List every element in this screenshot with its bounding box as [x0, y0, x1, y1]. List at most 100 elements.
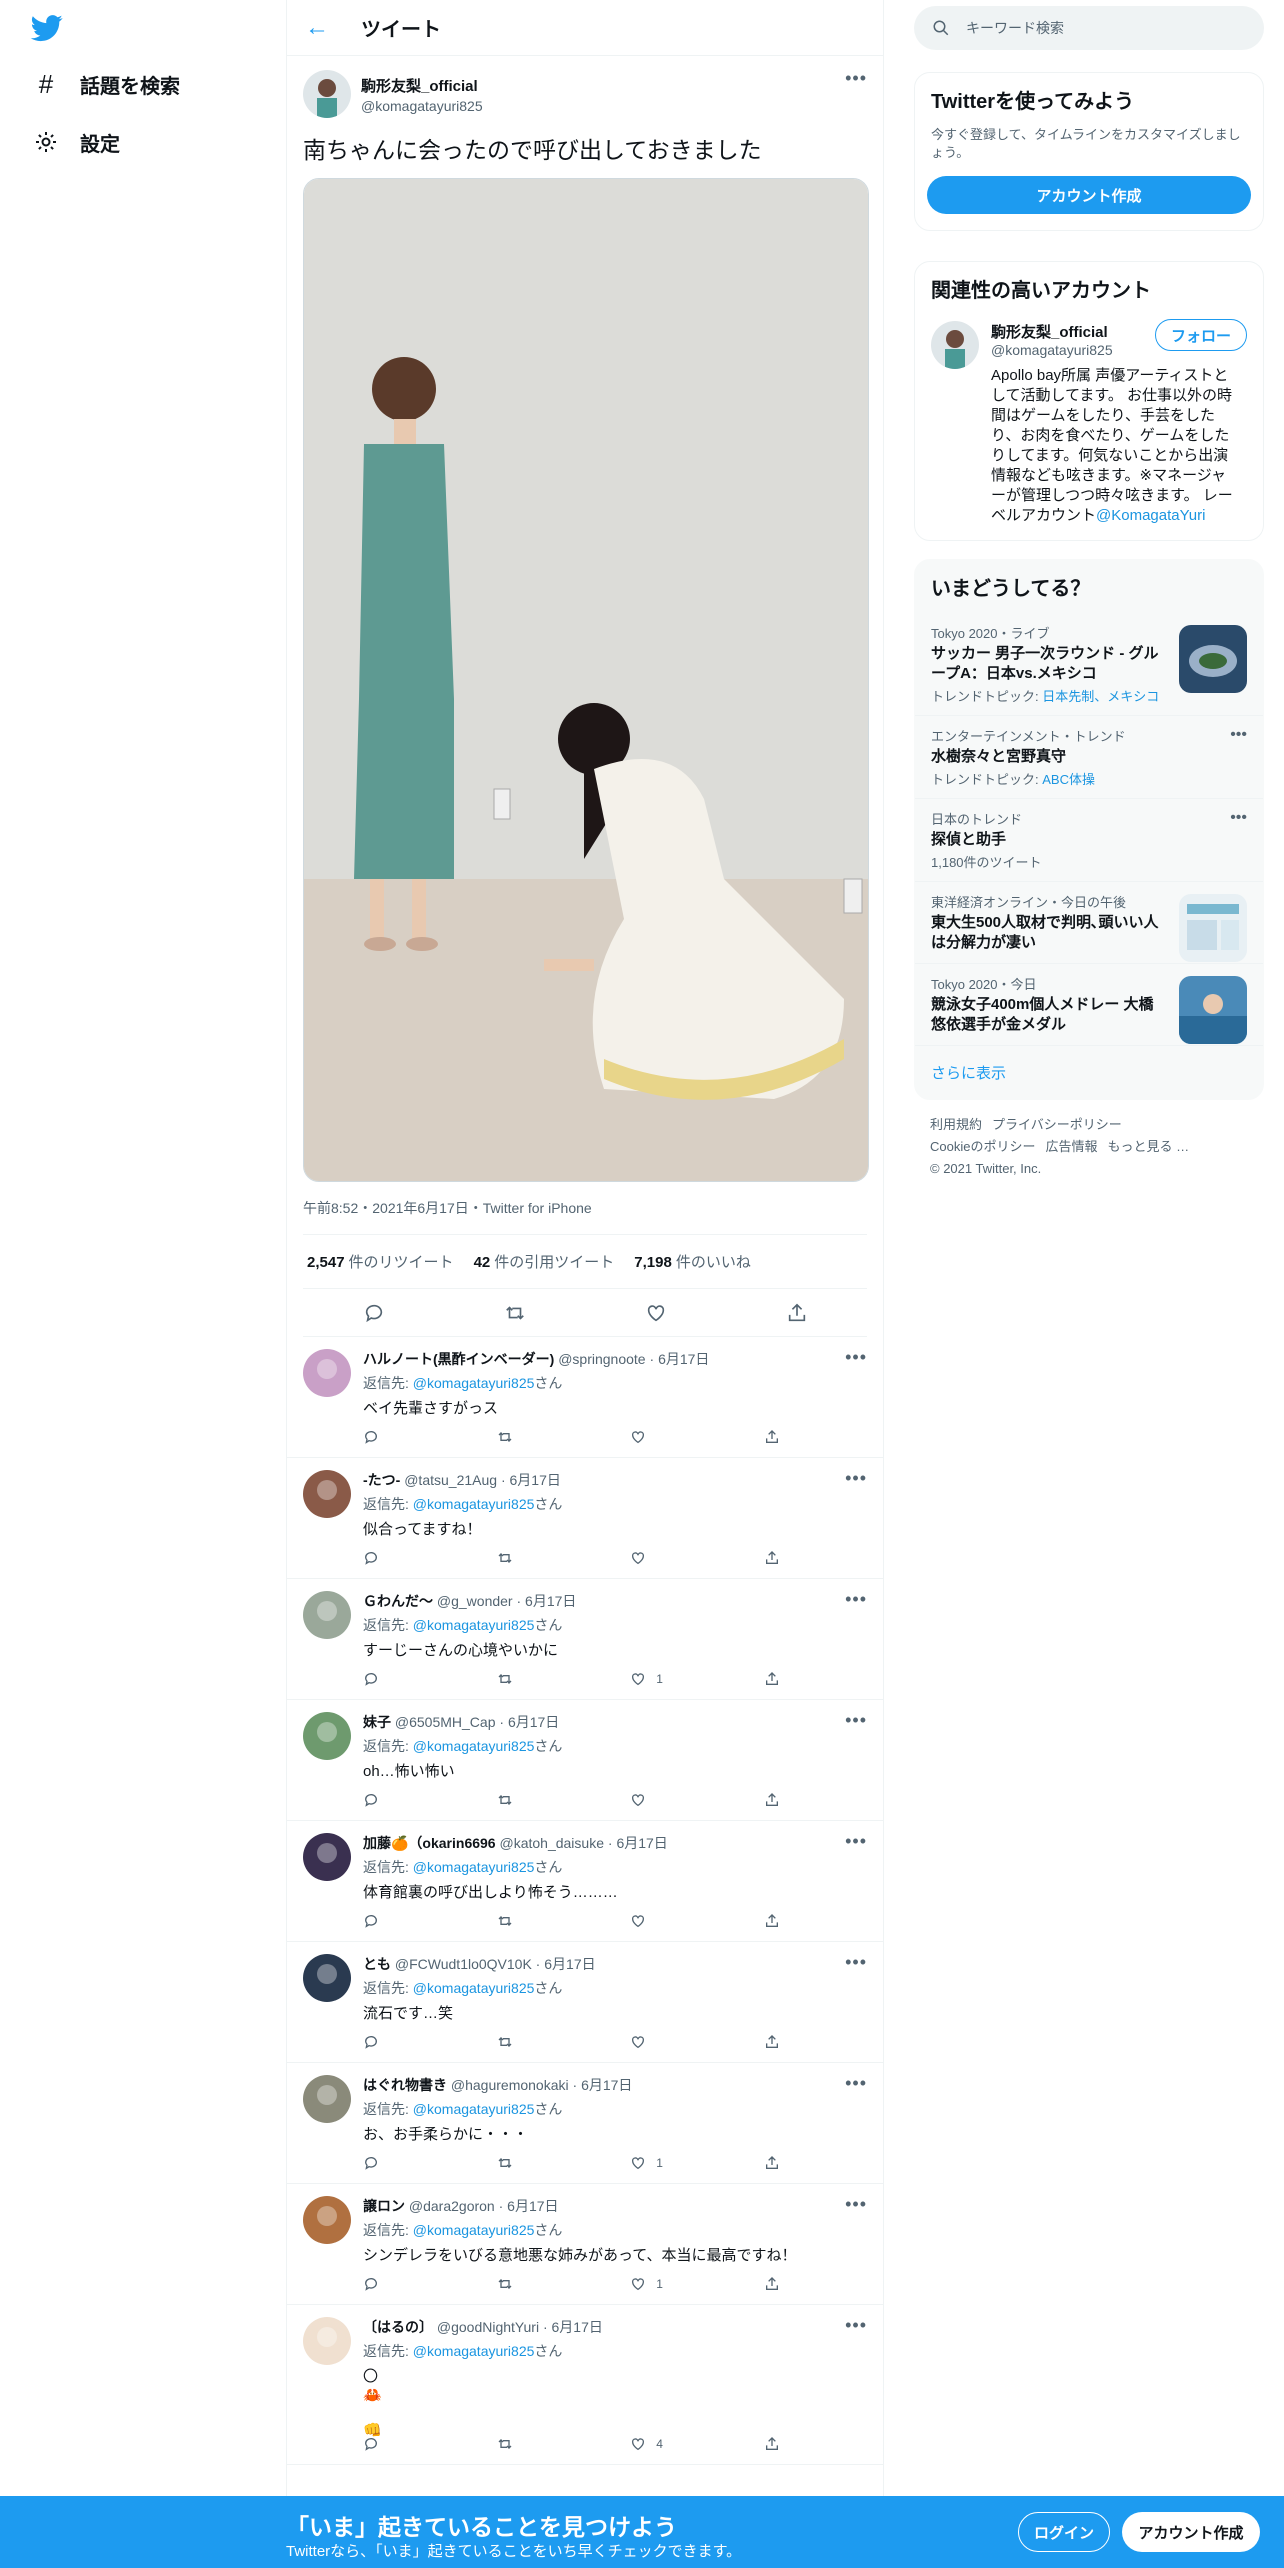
- reply-date[interactable]: 6月17日: [508, 1714, 559, 1730]
- reply-author-name[interactable]: ハルノート(黒酢インベーダー): [363, 1351, 554, 1367]
- reply-author-name[interactable]: 加藤🍊（okarin6696: [363, 1835, 496, 1851]
- reply-icon[interactable]: [363, 2034, 497, 2050]
- reply-to-link[interactable]: @komagatayuri825: [413, 1859, 535, 1875]
- nav-settings[interactable]: 設定: [32, 122, 120, 162]
- more-link[interactable]: もっと見る …: [1107, 1139, 1189, 1154]
- reply-tweet[interactable]: 加藤🍊（okarin6696 @katoh_daisuke · 6月17日 ••…: [287, 1821, 883, 1942]
- reply-author-name[interactable]: はぐれ物書き: [363, 2077, 447, 2093]
- reply-date[interactable]: 6月17日: [658, 1351, 709, 1367]
- like-icon[interactable]: 4: [630, 2436, 764, 2452]
- reply-author-handle[interactable]: @springnoote: [558, 1351, 645, 1367]
- reply-tweet[interactable]: 妹子 @6505MH_Cap · 6月17日 ••• 返信先: @komagat…: [287, 1700, 883, 1821]
- more-icon[interactable]: •••: [845, 1589, 867, 1610]
- tweet-timestamp[interactable]: 午前8:52・2021年6月17日・Twitter for iPhone: [303, 1182, 867, 1235]
- reply-tweet[interactable]: とも @FCWudt1lo0QV10K · 6月17日 ••• 返信先: @ko…: [287, 1942, 883, 2063]
- reply-author-name[interactable]: 妹子: [363, 1714, 391, 1730]
- retweet-icon[interactable]: [497, 2034, 631, 2050]
- twitter-logo-icon[interactable]: [28, 12, 66, 44]
- reply-author-name[interactable]: Ｇわんだ～: [363, 1593, 433, 1609]
- follow-button[interactable]: フォロー: [1155, 319, 1247, 351]
- reply-date[interactable]: 6月17日: [581, 2077, 632, 2093]
- reply-tweet[interactable]: 譲ロン @dara2goron · 6月17日 ••• 返信先: @komaga…: [287, 2184, 883, 2305]
- avatar[interactable]: [303, 2317, 351, 2365]
- avatar[interactable]: [303, 2075, 351, 2123]
- avatar[interactable]: [303, 1833, 351, 1881]
- like-icon[interactable]: [630, 1550, 764, 1566]
- like-icon[interactable]: [630, 1792, 764, 1808]
- login-button[interactable]: ログイン: [1018, 2512, 1110, 2552]
- like-icon[interactable]: [630, 1429, 764, 1445]
- reply-author-handle[interactable]: @haguremonokaki: [451, 2077, 569, 2093]
- share-icon[interactable]: [783, 1299, 811, 1327]
- signup-button[interactable]: アカウント作成: [1122, 2512, 1260, 2552]
- retweet-icon[interactable]: [497, 1671, 631, 1687]
- reply-author-handle[interactable]: @tatsu_21Aug: [404, 1472, 497, 1488]
- share-icon[interactable]: [764, 2436, 783, 2452]
- search-input[interactable]: キーワード検索: [966, 18, 1064, 38]
- more-icon[interactable]: •••: [845, 1952, 867, 1973]
- reply-author-handle[interactable]: @FCWudt1lo0QV10K: [395, 1956, 532, 1972]
- quote-count[interactable]: 42 件の引用ツイート: [474, 1251, 615, 1272]
- search-box[interactable]: キーワード検索: [914, 6, 1264, 50]
- reply-icon[interactable]: [363, 2436, 497, 2452]
- reply-date[interactable]: 6月17日: [507, 2198, 558, 2214]
- author-name[interactable]: 駒形友梨_official: [361, 75, 483, 96]
- reply-date[interactable]: 6月17日: [616, 1835, 667, 1851]
- avatar[interactable]: [303, 1954, 351, 2002]
- reply-to-link[interactable]: @komagatayuri825: [413, 1738, 535, 1754]
- reply-icon[interactable]: [363, 1429, 497, 1445]
- reply-author-handle[interactable]: @katoh_daisuke: [499, 1835, 604, 1851]
- reply-tweet[interactable]: はぐれ物書き @haguremonokaki · 6月17日 ••• 返信先: …: [287, 2063, 883, 2184]
- tweet-photo[interactable]: [303, 178, 869, 1182]
- share-icon[interactable]: [764, 2034, 783, 2050]
- retweet-icon[interactable]: [497, 1913, 631, 1929]
- like-icon[interactable]: [642, 1299, 670, 1327]
- create-account-button[interactable]: アカウント作成: [927, 176, 1251, 214]
- reply-icon[interactable]: [363, 1913, 497, 1929]
- more-icon[interactable]: •••: [845, 2194, 867, 2215]
- ads-info-link[interactable]: 広告情報: [1045, 1139, 1097, 1154]
- reply-author-name[interactable]: 譲ロン: [363, 2198, 405, 2214]
- trend-item[interactable]: Tokyo 2020・今日 競泳女子400m個人メドレー 大橋悠依選手が金メダル: [915, 964, 1263, 1046]
- share-icon[interactable]: [764, 2276, 783, 2292]
- like-icon[interactable]: 1: [630, 1671, 764, 1687]
- more-icon[interactable]: •••: [845, 2073, 867, 2094]
- trend-item[interactable]: Tokyo 2020・ライブ サッカー 男子一次ラウンド - グループA：日本v…: [915, 613, 1263, 716]
- back-arrow-icon[interactable]: ←: [305, 14, 341, 42]
- avatar[interactable]: [303, 1712, 351, 1760]
- nav-explore[interactable]: # 話題を検索: [32, 64, 180, 104]
- retweet-icon[interactable]: [497, 2155, 631, 2171]
- avatar[interactable]: [931, 321, 979, 369]
- retweet-icon[interactable]: [497, 1550, 631, 1566]
- reply-author-name[interactable]: -たつ-: [363, 1472, 400, 1488]
- share-icon[interactable]: [764, 1792, 783, 1808]
- reply-tweet[interactable]: 〔はるの〕 @goodNightYuri · 6月17日 ••• 返信先: @k…: [287, 2305, 883, 2465]
- more-icon[interactable]: •••: [1230, 809, 1247, 827]
- avatar[interactable]: [303, 2196, 351, 2244]
- reply-to-link[interactable]: @komagatayuri825: [413, 1980, 535, 1996]
- reply-tweet[interactable]: ハルノート(黒酢インベーダー) @springnoote · 6月17日 •••…: [287, 1337, 883, 1458]
- reply-icon[interactable]: [363, 2276, 497, 2292]
- like-count[interactable]: 7,198 件のいいね: [634, 1251, 751, 1272]
- show-more-link[interactable]: さらに表示: [915, 1046, 1263, 1099]
- like-icon[interactable]: 1: [630, 2155, 764, 2171]
- reply-icon[interactable]: [363, 1671, 497, 1687]
- trend-item[interactable]: エンターテインメント・トレンド 水樹奈々と宮野真守 トレンドトピック: ABC体操…: [915, 716, 1263, 799]
- avatar[interactable]: [303, 1470, 351, 1518]
- reply-author-handle[interactable]: @g_wonder: [437, 1593, 513, 1609]
- reply-to-link[interactable]: @komagatayuri825: [413, 1617, 535, 1633]
- retweet-icon[interactable]: [497, 2276, 631, 2292]
- more-icon[interactable]: •••: [845, 1831, 867, 1852]
- more-icon[interactable]: •••: [845, 2315, 867, 2336]
- more-icon[interactable]: •••: [845, 1710, 867, 1731]
- reply-to-link[interactable]: @komagatayuri825: [413, 2343, 535, 2359]
- privacy-link[interactable]: プライバシーポリシー: [992, 1117, 1122, 1132]
- share-icon[interactable]: [764, 1913, 783, 1929]
- reply-to-link[interactable]: @komagatayuri825: [413, 1496, 535, 1512]
- reply-date[interactable]: 6月17日: [552, 2319, 603, 2335]
- more-icon[interactable]: •••: [1230, 726, 1247, 744]
- trend-topic-link[interactable]: 日本先制、メキシコ: [1042, 689, 1159, 704]
- author-handle[interactable]: @komagatayuri825: [361, 98, 483, 114]
- reply-date[interactable]: 6月17日: [544, 1956, 595, 1972]
- more-icon[interactable]: •••: [845, 1468, 867, 1489]
